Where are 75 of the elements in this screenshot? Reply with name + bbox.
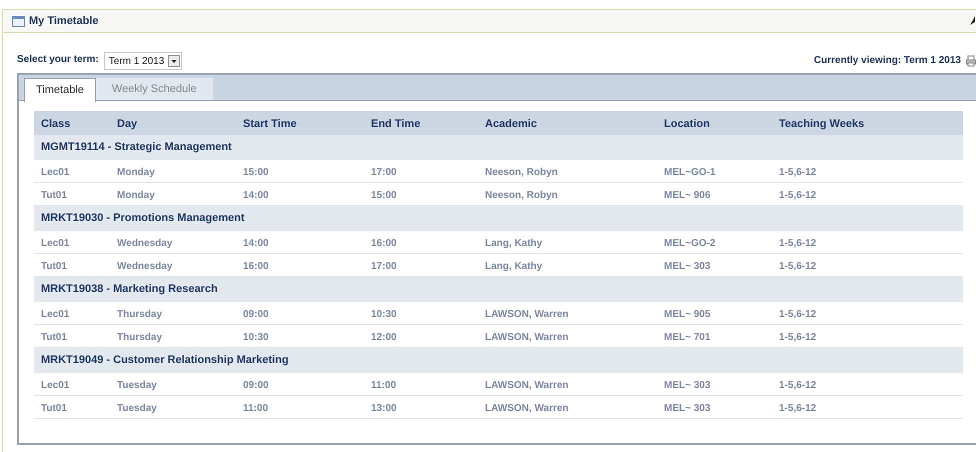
course-title: MRKT19038 - Marketing Research: [41, 282, 218, 298]
panel-title: My Timetable: [29, 14, 98, 29]
currently-viewing-text: Currently viewing: Term 1 2013: [814, 54, 961, 68]
table-cell: Lang, Kathy: [485, 238, 542, 249]
table-cell: 15:00: [371, 190, 397, 201]
table-cell: Thursday: [117, 309, 162, 320]
table-cell: Neeson, Robyn: [485, 167, 558, 178]
table-cell: 1-5,6-12: [779, 309, 816, 320]
table-cell: 1-5,6-12: [779, 403, 816, 414]
table-cell: 16:00: [371, 238, 397, 249]
table-cell: Wednesday: [117, 238, 172, 249]
table-cell: Lec01: [41, 167, 70, 178]
column-header: Start Time: [243, 118, 297, 130]
table-cell: 16:00: [243, 261, 269, 272]
table-cell: Monday: [117, 167, 155, 178]
table-cell: LAWSON, Warren: [485, 332, 569, 343]
table-cell: 11:00: [243, 403, 268, 414]
table-cell: MEL~ 905: [664, 309, 710, 320]
table-cell: 10:30: [243, 332, 269, 343]
table-cell: 1-5,6-12: [779, 238, 816, 249]
table-cell: 1-5,6-12: [779, 380, 816, 391]
table-cell: MEL~GO-2: [664, 238, 716, 249]
table-cell: 13:00: [371, 403, 397, 414]
table-cell: MEL~ 906: [664, 190, 710, 201]
table-cell: 14:00: [243, 190, 269, 201]
course-title: MRKT19049 - Customer Relationship Marketing: [41, 353, 289, 368]
table-cell: 10:30: [371, 309, 397, 320]
column-header: Day: [117, 118, 138, 130]
column-header: End Time: [371, 118, 420, 130]
table-cell: MEL~GO-1: [664, 167, 716, 178]
table-cell: Tut01: [41, 190, 67, 201]
table-cell: 09:00: [243, 380, 269, 391]
table-cell: 1-5,6-12: [779, 167, 816, 178]
window-icon: [12, 16, 25, 26]
column-header: Teaching Weeks: [779, 118, 864, 130]
table-cell: 12:00: [371, 332, 397, 343]
term-label: Select your term:: [17, 53, 99, 67]
table-cell: Neeson, Robyn: [485, 190, 558, 201]
table-cell: 1-5,6-12: [779, 261, 816, 272]
table-cell: LAWSON, Warren: [485, 309, 569, 320]
course-title: MRKT19030 - Promotions Management: [41, 211, 245, 226]
table-cell: Lang, Kathy: [485, 261, 542, 272]
table-cell: Tut01: [41, 403, 67, 414]
table-cell: 11:00: [371, 380, 396, 391]
table-cell: Tuesday: [117, 380, 157, 391]
table-cell: Wednesday: [117, 261, 172, 272]
table-cell: LAWSON, Warren: [485, 403, 569, 414]
table-cell: Lec01: [41, 238, 70, 249]
table-cell: 14:00: [243, 238, 269, 249]
table-cell: 17:00: [371, 261, 397, 272]
table-cell: MEL~ 303: [664, 261, 710, 272]
table-cell: Thursday: [117, 332, 162, 343]
table-cell: Lec01: [41, 309, 70, 320]
tab[interactable]: Timetable: [24, 78, 96, 102]
column-header: Class: [41, 118, 70, 130]
table-cell: 17:00: [371, 167, 397, 178]
table-cell: 1-5,6-12: [779, 190, 816, 201]
table-cell: 1-5,6-12: [779, 332, 816, 343]
table-cell: Tuesday: [117, 403, 157, 414]
table-cell: Lec01: [41, 380, 70, 391]
table-cell: MEL~ 303: [664, 403, 710, 414]
column-header: Academic: [485, 118, 537, 130]
table-cell: Tut01: [41, 332, 67, 343]
table-cell: Monday: [117, 190, 155, 201]
printer-icon[interactable]: [966, 55, 976, 67]
term-dropdown[interactable]: Term 1 2013: [104, 52, 182, 70]
dropdown-caret-icon: [168, 55, 180, 67]
column-header: Location: [664, 118, 710, 130]
course-title: MGMT19114 - Strategic Management: [41, 140, 232, 156]
table-cell: Tut01: [41, 261, 67, 272]
table-cell: MEL~ 701: [664, 332, 710, 343]
table-cell: LAWSON, Warren: [485, 380, 569, 391]
table-cell: 15:00: [243, 167, 269, 178]
table-cell: 09:00: [243, 309, 269, 320]
table-cell: MEL~ 303: [664, 380, 710, 391]
